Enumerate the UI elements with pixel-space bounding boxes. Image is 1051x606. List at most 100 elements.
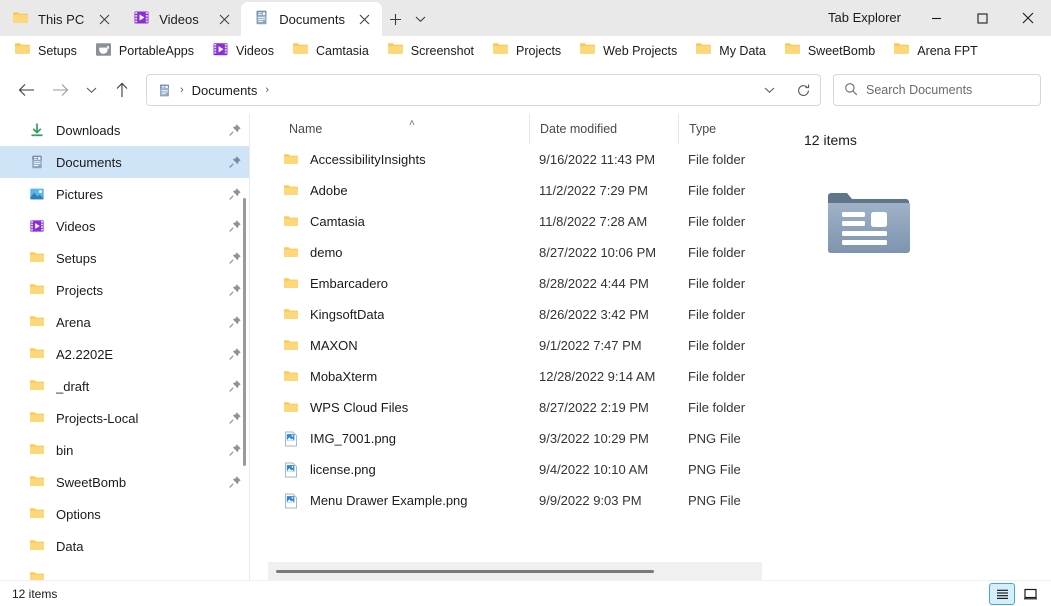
- pin-icon[interactable]: [228, 219, 242, 233]
- download-icon: [28, 121, 46, 139]
- favorite-item-camtasia[interactable]: Camtasia: [284, 39, 377, 63]
- pin-icon[interactable]: [228, 475, 242, 489]
- breadcrumb-segment-documents[interactable]: Documents: [191, 83, 259, 98]
- recent-locations-chevron-icon[interactable]: [78, 74, 104, 106]
- pin-icon[interactable]: [228, 379, 242, 393]
- forward-icon[interactable]: [44, 74, 76, 106]
- sidebar-item-partial[interactable]: [0, 562, 250, 580]
- sidebar-item-documents[interactable]: Documents: [0, 146, 250, 178]
- sidebar-item-pictures[interactable]: Pictures: [0, 178, 250, 210]
- column-header-name[interactable]: ˄ Name: [250, 114, 529, 144]
- sort-ascending-icon: ˄: [409, 117, 415, 129]
- sidebar-item-arena[interactable]: Arena: [0, 306, 250, 338]
- sidebar-item-downloads[interactable]: Downloads: [0, 114, 250, 146]
- favorite-item-arena-fpt[interactable]: Arena FPT: [885, 39, 985, 63]
- table-row[interactable]: AccessibilityInsights 9/16/2022 11:43 PM…: [250, 144, 780, 175]
- close-icon[interactable]: [354, 8, 376, 30]
- horizontal-scrollbar[interactable]: [268, 562, 762, 580]
- tab-documents[interactable]: Documents: [241, 2, 382, 36]
- sidebar-item-projects[interactable]: Projects: [0, 274, 250, 306]
- close-icon[interactable]: [93, 8, 115, 30]
- horizontal-scrollbar-thumb[interactable]: [276, 569, 654, 573]
- sidebar-item-setups[interactable]: Setups: [0, 242, 250, 274]
- table-row[interactable]: WPS Cloud Files 8/27/2022 2:19 PM File f…: [250, 392, 780, 423]
- favorite-item-screenshot[interactable]: Screenshot: [379, 39, 482, 63]
- tab-videos[interactable]: Videos: [121, 2, 241, 36]
- videos-icon: [212, 42, 229, 60]
- table-row[interactable]: Adobe 11/2/2022 7:29 PM File folder: [250, 175, 780, 206]
- maximize-icon[interactable]: [959, 2, 1005, 34]
- column-label: Name: [289, 121, 323, 136]
- pin-icon[interactable]: [228, 443, 242, 457]
- table-row[interactable]: KingsoftData 8/26/2022 3:42 PM File fold…: [250, 299, 780, 330]
- breadcrumb-chevron-icon[interactable]: ›: [177, 84, 187, 96]
- file-date: 8/27/2022 2:19 PM: [539, 400, 649, 415]
- search-box[interactable]: [833, 74, 1041, 106]
- favorite-item-web-projects[interactable]: Web Projects: [571, 39, 685, 63]
- sidebar-item-bin[interactable]: bin: [0, 434, 250, 466]
- pin-icon[interactable]: [228, 347, 242, 361]
- file-type: File folder: [688, 214, 746, 229]
- pin-icon[interactable]: [228, 187, 242, 201]
- sidebar-item-a2-2202e[interactable]: A2.2202E: [0, 338, 250, 370]
- column-header-type[interactable]: Type: [678, 113, 780, 144]
- up-icon[interactable]: [106, 74, 138, 106]
- table-row[interactable]: license.png 9/4/2022 10:10 AM PNG File: [250, 454, 780, 485]
- column-header-date-modified[interactable]: Date modified: [529, 113, 678, 144]
- table-row[interactable]: MAXON 9/1/2022 7:47 PM File folder: [250, 330, 780, 361]
- table-row[interactable]: demo 8/27/2022 10:06 PM File folder: [250, 237, 780, 268]
- table-row[interactable]: Camtasia 11/8/2022 7:28 AM File folder: [250, 206, 780, 237]
- favorite-label: Setups: [38, 44, 77, 58]
- pin-icon[interactable]: [228, 411, 242, 425]
- pin-icon[interactable]: [228, 251, 242, 265]
- file-name-cell: Camtasia: [250, 213, 529, 231]
- sidebar-scrollbar-thumb[interactable]: [243, 198, 246, 466]
- sidebar-item-options[interactable]: Options: [0, 498, 250, 530]
- previous-locations-chevron-icon[interactable]: [754, 76, 784, 104]
- close-window-icon[interactable]: [1005, 2, 1051, 34]
- png-file-icon: [282, 492, 300, 510]
- sidebar-item-videos[interactable]: Videos: [0, 210, 250, 242]
- close-icon[interactable]: [213, 8, 235, 30]
- favorite-item-my-data[interactable]: My Data: [687, 39, 774, 63]
- back-icon[interactable]: [10, 74, 42, 106]
- address-bar[interactable]: › Documents ›: [146, 74, 821, 106]
- breadcrumb-chevron-icon[interactable]: ›: [262, 84, 272, 96]
- tab-list-dropdown-icon[interactable]: [410, 5, 432, 33]
- new-tab-button[interactable]: [382, 5, 410, 33]
- favorite-item-videos[interactable]: Videos: [204, 39, 282, 63]
- favorite-item-sweetbomb[interactable]: SweetBomb: [776, 39, 883, 63]
- sidebar-item-label: bin: [56, 442, 74, 458]
- folder-icon: [282, 399, 300, 417]
- sidebar-item-sweetbomb[interactable]: SweetBomb: [0, 466, 250, 498]
- pin-icon[interactable]: [228, 283, 242, 297]
- large-icons-view-button[interactable]: [1017, 583, 1043, 605]
- refresh-icon[interactable]: [788, 76, 818, 104]
- folder-icon: [28, 409, 46, 427]
- file-rows: AccessibilityInsights 9/16/2022 11:43 PM…: [250, 144, 780, 562]
- details-view-button[interactable]: [989, 582, 1015, 605]
- table-row[interactable]: IMG_7001.png 9/3/2022 10:29 PM PNG File: [250, 423, 780, 454]
- table-row[interactable]: Embarcadero 8/28/2022 4:44 PM File folde…: [250, 268, 780, 299]
- folder-icon: [282, 182, 300, 200]
- search-input[interactable]: [866, 83, 1030, 97]
- folder-icon: [12, 9, 29, 29]
- table-row[interactable]: MobaXterm 12/28/2022 9:14 AM File folder: [250, 361, 780, 392]
- favorite-item-projects[interactable]: Projects: [484, 39, 569, 63]
- favorite-item-setups[interactable]: Setups: [6, 39, 85, 63]
- minimize-icon[interactable]: [913, 2, 959, 34]
- pin-icon[interactable]: [228, 123, 242, 137]
- favorite-label: Web Projects: [603, 44, 678, 58]
- pin-icon[interactable]: [228, 155, 242, 169]
- column-headers: ˄ Name Date modified Type: [250, 113, 780, 144]
- sidebar-item-projects-local[interactable]: Projects-Local: [0, 402, 250, 434]
- sidebar-item-draft[interactable]: _draft: [0, 370, 250, 402]
- sidebar-item-data[interactable]: Data: [0, 530, 250, 562]
- favorite-item-portableapps[interactable]: PortableApps: [87, 39, 202, 63]
- table-row[interactable]: Menu Drawer Example.png 9/9/2022 9:03 PM…: [250, 485, 780, 516]
- tab-this-pc[interactable]: This PC: [0, 2, 121, 36]
- file-type: File folder: [688, 183, 746, 198]
- file-name: license.png: [310, 462, 376, 477]
- file-type: File folder: [688, 369, 746, 384]
- pin-icon[interactable]: [228, 315, 242, 329]
